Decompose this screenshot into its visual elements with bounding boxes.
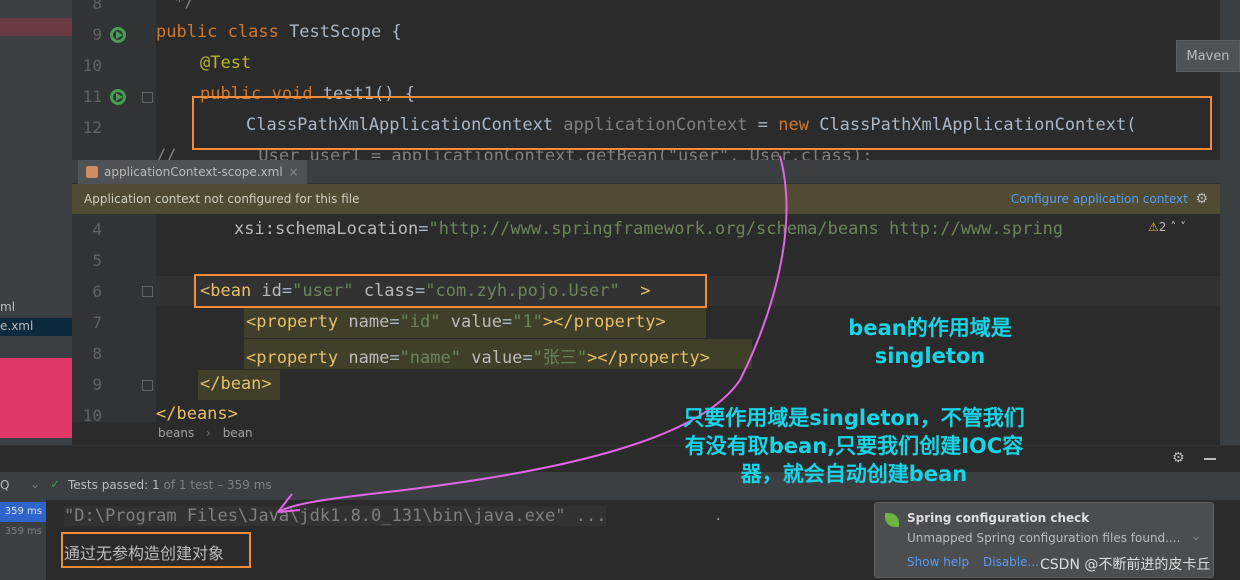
annotation-arrow: [277, 155, 788, 513]
annotation-note-2: 只要作用域是singleton，不管我们 有没有取bean,只要我们创建IOC容…: [648, 404, 1060, 488]
annotation-note-1: bean的作用域是 singleton: [830, 314, 1030, 370]
note-2-line-2: 有没有取bean,只要我们创建IOC容: [684, 434, 1024, 458]
note-1-line-1: bean的作用域是: [848, 316, 1012, 340]
csdn-watermark: CSDN @不断前进的皮卡丘: [1040, 557, 1211, 573]
note-1-line-2: singleton: [874, 344, 986, 368]
note-2-line-3: 器，就会自动创建bean: [740, 462, 968, 486]
note-2-line-1: 只要作用域是singleton，不管我们: [683, 406, 1025, 430]
